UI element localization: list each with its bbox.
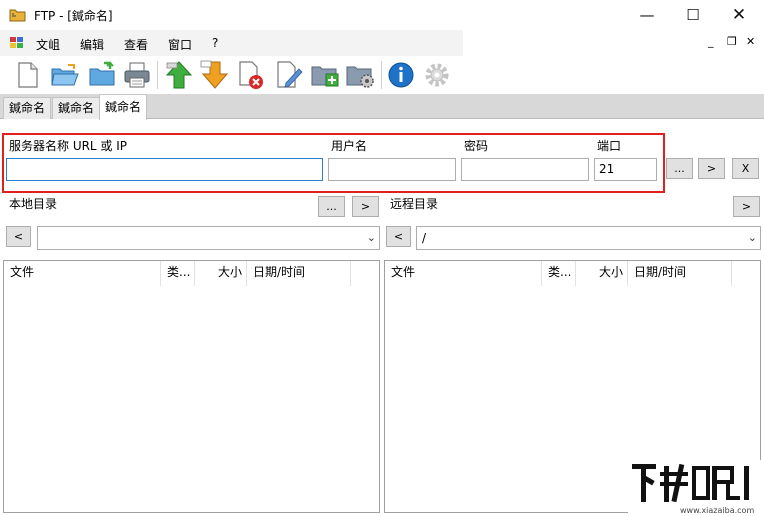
info-icon[interactable] bbox=[385, 59, 417, 91]
new-file-icon[interactable] bbox=[11, 59, 43, 91]
local-forward-button[interactable]: > bbox=[352, 196, 379, 217]
tab-session-1[interactable]: 鍼命名 bbox=[3, 97, 52, 119]
user-input[interactable] bbox=[328, 158, 456, 181]
remote-col-size[interactable]: 大小 bbox=[576, 261, 628, 286]
connection-browse-button[interactable]: ... bbox=[666, 158, 693, 179]
tab-session-3[interactable]: 鍼命名 bbox=[99, 94, 148, 120]
upload-icon[interactable] bbox=[163, 59, 195, 91]
chevron-down-icon: ⌄ bbox=[747, 231, 757, 244]
password-label: 密码 bbox=[464, 139, 489, 153]
mdi-restore-button[interactable]: ❐ bbox=[727, 35, 737, 48]
port-input[interactable]: 21 bbox=[594, 158, 657, 181]
tab-strip: 鍼命名 鍼命名 鍼命名 bbox=[0, 94, 764, 120]
remote-forward-button[interactable]: > bbox=[733, 196, 760, 217]
toolbar-separator bbox=[381, 61, 382, 89]
menu-view[interactable]: 查看 bbox=[124, 36, 148, 53]
rename-icon[interactable] bbox=[272, 59, 304, 91]
title-bar: FTP - [鍼命名] — ☐ ✕ bbox=[0, 0, 764, 30]
remote-directory-title: 远程目录 bbox=[390, 197, 439, 211]
local-col-type[interactable]: 类... bbox=[161, 261, 195, 286]
toolbar-separator bbox=[157, 61, 158, 89]
app-folder-icon bbox=[9, 9, 26, 22]
local-file-list[interactable]: 文件 类... 大小 日期/时间 bbox=[3, 260, 380, 513]
add-folder-icon[interactable] bbox=[309, 59, 341, 91]
local-col-file[interactable]: 文件 bbox=[4, 261, 161, 286]
close-button[interactable]: ✕ bbox=[716, 0, 762, 30]
chevron-down-icon: ⌄ bbox=[366, 231, 376, 244]
local-path-combo[interactable]: ⌄ bbox=[37, 226, 380, 250]
menu-help[interactable]: ? bbox=[212, 36, 218, 50]
print-icon[interactable] bbox=[121, 59, 153, 91]
new-folder-icon[interactable] bbox=[86, 59, 118, 91]
connect-button[interactable]: > bbox=[698, 158, 725, 179]
folder-settings-icon[interactable] bbox=[344, 59, 376, 91]
local-directory-title: 本地目录 bbox=[9, 197, 58, 211]
port-label: 端口 bbox=[597, 139, 622, 153]
delete-icon[interactable] bbox=[234, 59, 266, 91]
settings-icon[interactable] bbox=[421, 59, 453, 91]
download-icon[interactable] bbox=[199, 59, 231, 91]
local-col-size[interactable]: 大小 bbox=[195, 261, 247, 286]
menu-file[interactable]: 文岨 bbox=[36, 36, 60, 53]
remote-col-type[interactable]: 类... bbox=[542, 261, 576, 286]
toolbar bbox=[0, 56, 764, 94]
open-folder-icon[interactable] bbox=[48, 59, 80, 91]
local-col-date[interactable]: 日期/时间 bbox=[247, 261, 351, 286]
window-title: FTP - [鍼命名] bbox=[34, 9, 113, 23]
mdi-close-button[interactable]: ✕ bbox=[746, 35, 755, 48]
server-input[interactable] bbox=[6, 158, 323, 181]
remote-col-date[interactable]: 日期/时间 bbox=[628, 261, 732, 286]
remote-path-combo[interactable]: / ⌄ bbox=[416, 226, 761, 250]
remote-back-button[interactable]: < bbox=[386, 226, 411, 247]
local-browse-button[interactable]: ... bbox=[318, 196, 345, 217]
remote-col-file[interactable]: 文件 bbox=[385, 261, 542, 286]
document-menu-icon[interactable] bbox=[9, 36, 25, 50]
tab-session-2[interactable]: 鍼命名 bbox=[52, 97, 101, 119]
minimize-button[interactable]: — bbox=[624, 0, 670, 30]
server-label: 服务器名称 URL 或 IP bbox=[9, 139, 128, 153]
user-label: 用户名 bbox=[331, 139, 368, 153]
disconnect-button[interactable]: X bbox=[732, 158, 759, 179]
mdi-minimize-button[interactable]: _ bbox=[708, 35, 714, 48]
local-back-button[interactable]: < bbox=[6, 226, 31, 247]
svg-text:www.xiazaiba.com: www.xiazaiba.com bbox=[680, 506, 754, 515]
menu-bar: 文岨 编辑 查看 窗口 ? bbox=[0, 30, 463, 56]
site-watermark-logo: www.xiazaiba.com bbox=[628, 460, 764, 516]
remote-path-value: / bbox=[422, 231, 427, 245]
password-input[interactable] bbox=[461, 158, 589, 181]
menu-window[interactable]: 窗口 bbox=[168, 36, 192, 53]
maximize-button[interactable]: ☐ bbox=[670, 0, 716, 30]
menu-edit[interactable]: 编辑 bbox=[80, 36, 104, 53]
